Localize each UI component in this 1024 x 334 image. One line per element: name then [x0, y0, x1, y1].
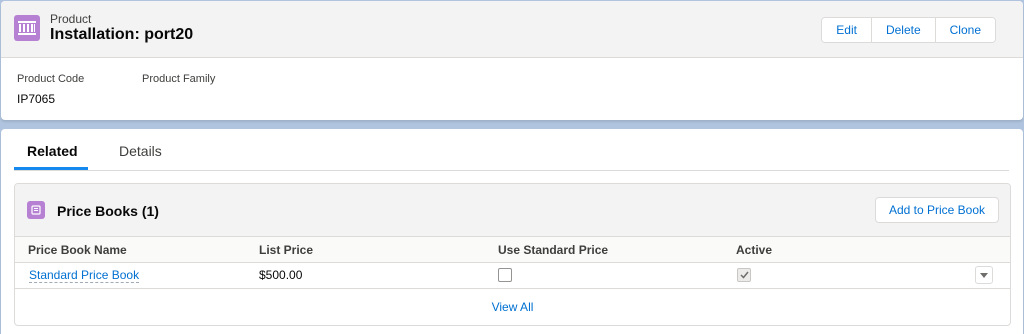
chevron-down-icon — [980, 272, 988, 278]
add-to-price-book-button[interactable]: Add to Price Book — [874, 197, 999, 223]
product-icon — [14, 15, 40, 41]
list-price-value: $500.00 — [259, 268, 303, 282]
column-header-use-standard-price: Use Standard Price — [498, 243, 609, 257]
active-checkbox — [737, 268, 751, 282]
active-tab-indicator — [14, 167, 88, 170]
pricebook-icon — [27, 201, 45, 219]
record-header: Product Installation: port20 Edit Delete… — [1, 1, 1023, 58]
column-header-active: Active — [736, 243, 773, 257]
related-list-title: Price Books (1) — [57, 203, 159, 219]
record-title: Installation: port20 — [50, 26, 194, 43]
record-action-group: Edit Delete Clone — [821, 17, 996, 43]
row-action-menu-button[interactable] — [975, 266, 993, 284]
price-book-name-link[interactable]: Standard Price Book — [29, 268, 140, 283]
use-standard-price-checkbox — [498, 268, 512, 282]
delete-button[interactable]: Delete — [870, 18, 935, 42]
column-header-price-book-name: Price Book Name — [28, 243, 127, 257]
product-family-label: Product Family — [142, 73, 216, 85]
tab-bar: Related Details — [14, 129, 1009, 171]
product-code-label: Product Code — [17, 73, 85, 85]
related-card: Related Details Price Books (1) Add to P… — [1, 129, 1023, 334]
price-books-related-list: Price Books (1) Add to Price Book Price … — [14, 183, 1011, 326]
column-header-list-price: List Price — [259, 243, 314, 257]
clone-button[interactable]: Clone — [934, 18, 995, 42]
checkmark-icon — [739, 271, 749, 279]
object-type-label: Product — [50, 12, 92, 26]
table-header-row: Price Book Name List Price Use Standard … — [15, 236, 1010, 263]
tab-related[interactable]: Related — [27, 143, 78, 159]
tab-details[interactable]: Details — [119, 143, 162, 159]
related-list-header: Price Books (1) Add to Price Book — [15, 184, 1010, 236]
edit-button[interactable]: Edit — [822, 18, 871, 42]
table-row: Standard Price Book $500.00 — [15, 262, 1010, 289]
record-header-card: Product Installation: port20 Edit Delete… — [1, 1, 1023, 120]
view-all-link[interactable]: View All — [15, 300, 1010, 314]
product-code-value: IP7065 — [17, 92, 56, 106]
